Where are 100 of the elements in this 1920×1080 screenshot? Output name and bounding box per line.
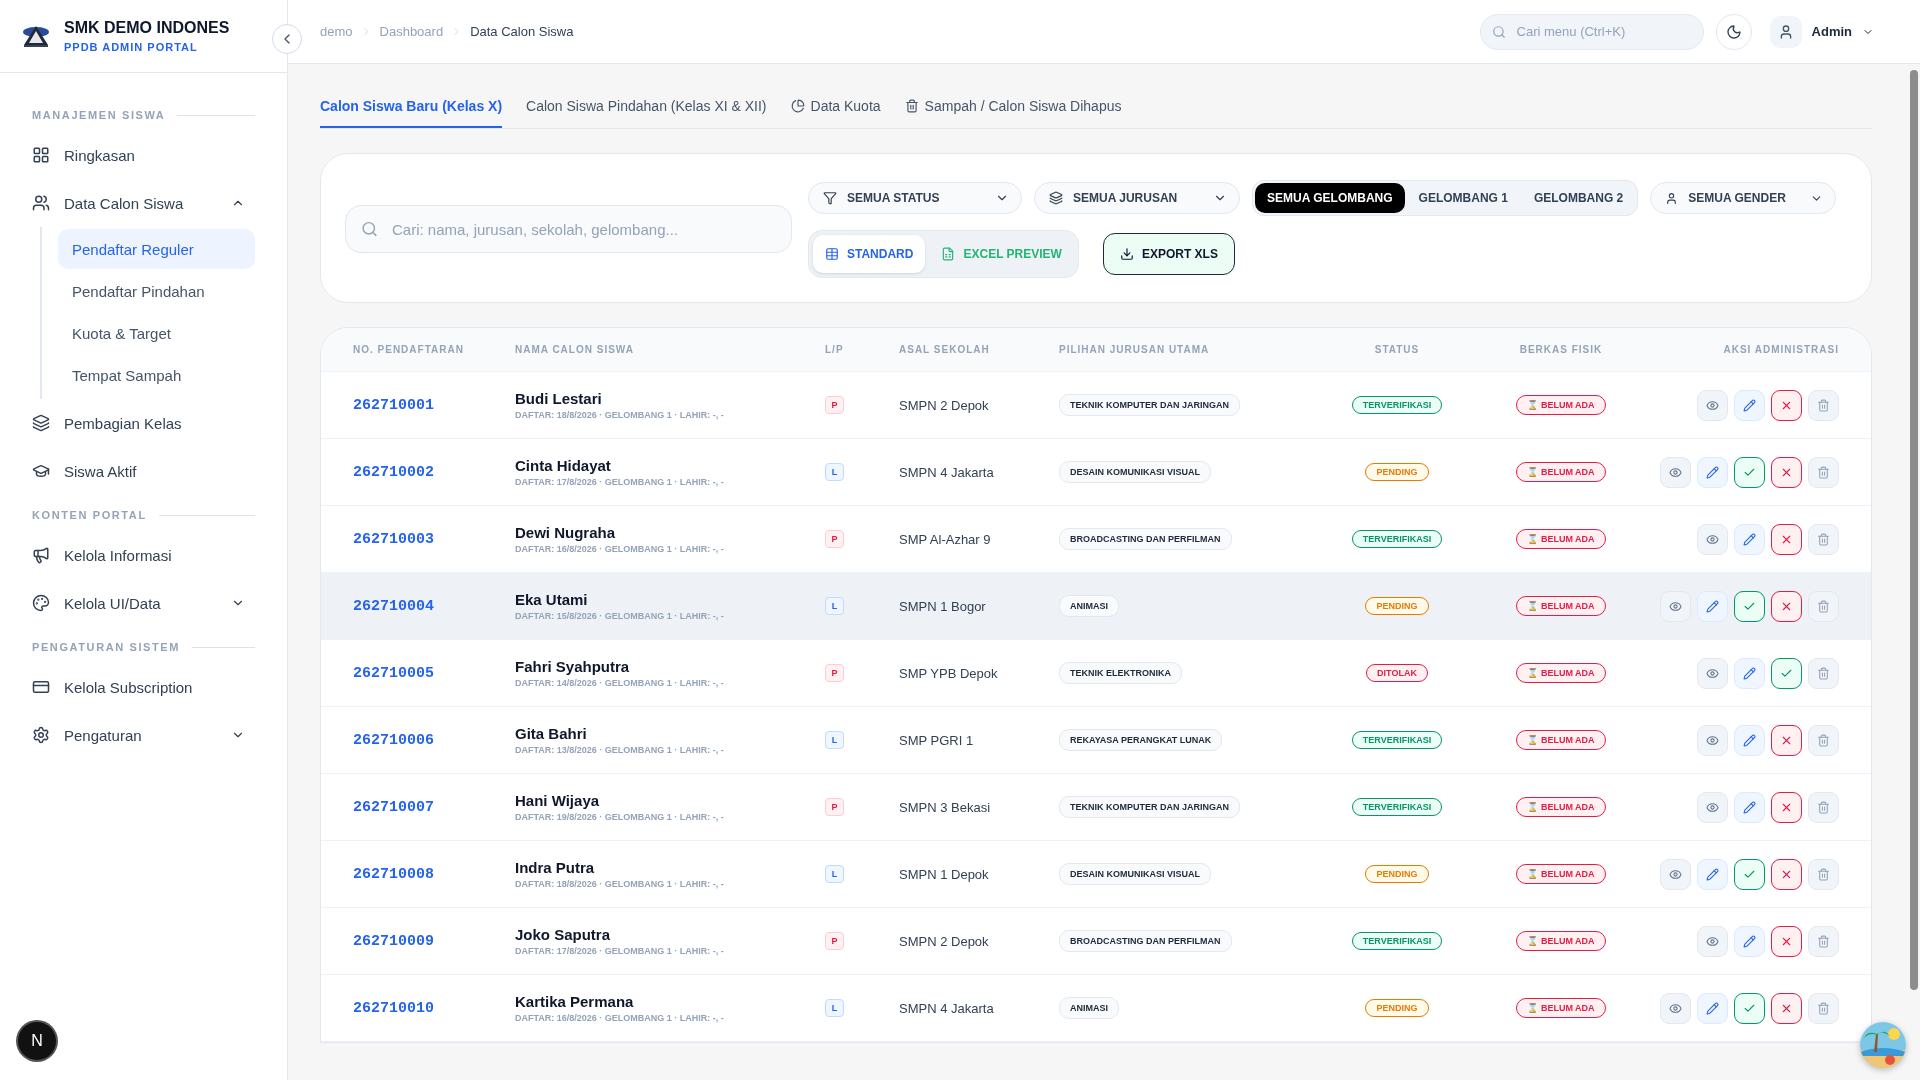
edit-button[interactable]	[1734, 657, 1765, 689]
view-button[interactable]	[1660, 858, 1691, 890]
sidebar-item[interactable]: Ringkasan	[22, 131, 255, 179]
sidebar-subitem[interactable]: Pendaftar Pindahan	[58, 271, 255, 311]
delete-button[interactable]	[1808, 523, 1839, 555]
approve-button[interactable]	[1734, 992, 1765, 1024]
tab[interactable]: Data Kuota	[790, 86, 881, 128]
registration-number[interactable]: 262710001	[353, 396, 515, 414]
approve-button[interactable]	[1734, 858, 1765, 890]
gender-badge: P	[825, 664, 844, 682]
reject-button[interactable]	[1771, 523, 1802, 555]
edit-button[interactable]	[1697, 590, 1728, 622]
view-button[interactable]	[1697, 724, 1728, 756]
sidebar-item[interactable]: Kelola Informasi	[22, 531, 255, 579]
gender-badge: L	[825, 463, 844, 481]
tab[interactable]: Calon Siswa Baru (Kelas X)	[320, 86, 503, 128]
school-logo-icon	[22, 24, 50, 48]
reject-button[interactable]	[1771, 590, 1802, 622]
status-dropdown[interactable]: SEMUA STATUS	[808, 182, 1022, 214]
reject-button[interactable]	[1771, 791, 1802, 823]
view-button[interactable]	[1660, 590, 1691, 622]
eye-icon	[1706, 934, 1719, 948]
reject-button[interactable]	[1771, 992, 1802, 1024]
gender-dropdown[interactable]: SEMUA GENDER	[1650, 182, 1837, 214]
delete-button[interactable]	[1808, 389, 1839, 421]
delete-button[interactable]	[1808, 590, 1839, 622]
column-header: ASAL SEKOLAH	[899, 344, 991, 355]
edit-button[interactable]	[1734, 925, 1765, 957]
sidebar-subitem[interactable]: Tempat Sampah	[58, 355, 255, 395]
pie-chart-icon	[790, 99, 805, 113]
registration-number[interactable]: 262710004	[353, 597, 515, 615]
view-button[interactable]	[1697, 523, 1728, 555]
delete-button[interactable]	[1808, 858, 1839, 890]
view-button[interactable]	[1660, 456, 1691, 488]
sidebar-item[interactable]: Siswa Aktif	[22, 447, 255, 495]
wave-filter-option[interactable]: GELOMBANG 2	[1521, 183, 1636, 213]
registration-number[interactable]: 262710003	[353, 530, 515, 548]
approve-button[interactable]	[1734, 456, 1765, 488]
registration-number[interactable]: 262710005	[353, 664, 515, 682]
approve-button[interactable]	[1771, 657, 1802, 689]
reject-button[interactable]	[1771, 925, 1802, 957]
export-button[interactable]: EXPORT XLS	[1102, 233, 1235, 275]
edit-button[interactable]	[1734, 389, 1765, 421]
view-button[interactable]	[1697, 791, 1728, 823]
delete-button[interactable]	[1808, 724, 1839, 756]
edit-button[interactable]	[1697, 858, 1728, 890]
scrollbar[interactable]	[1910, 70, 1918, 990]
search-field[interactable]: Cari: nama, jurusan, sekolah, gelombang...	[345, 205, 792, 253]
delete-button[interactable]	[1808, 456, 1839, 488]
reject-button[interactable]	[1771, 456, 1802, 488]
portal-subtitle: PPDB ADMIN PORTAL	[64, 41, 199, 53]
major-tag: BROADCASTING DAN PERFILMAN	[1059, 930, 1232, 952]
delete-button[interactable]	[1808, 791, 1839, 823]
sidebar-item[interactable]: Kelola Subscription	[22, 663, 255, 711]
registration-number[interactable]: 262710009	[353, 932, 515, 950]
tab[interactable]: Calon Siswa Pindahan (Kelas XI & XII)	[526, 86, 767, 128]
delete-button[interactable]	[1808, 657, 1839, 689]
registration-meta: DAFTAR: 19/8/2026 · GELOMBANG 1 · LAHIR: -, -	[515, 812, 725, 822]
edit-button[interactable]	[1734, 724, 1765, 756]
tab[interactable]: Sampah / Calon Siswa Dihapus	[904, 86, 1122, 128]
major-tag: REKAYASA PERANGKAT LUNAK	[1059, 729, 1223, 751]
view-button[interactable]	[1697, 657, 1728, 689]
registration-number[interactable]: 262710008	[353, 865, 515, 883]
wave-filter-option[interactable]: GELOMBANG 1	[1406, 183, 1520, 213]
eye-icon	[1706, 800, 1719, 814]
approve-button[interactable]	[1734, 590, 1765, 622]
reject-button[interactable]	[1771, 724, 1802, 756]
sidebar-subitem[interactable]: Kuota & Target	[58, 313, 255, 353]
view-button[interactable]	[1697, 925, 1728, 957]
registration-number[interactable]: 262710002	[353, 463, 515, 481]
edit-button[interactable]	[1697, 456, 1728, 488]
sidebar-item[interactable]: Pembagian Kelas	[22, 399, 255, 447]
delete-button[interactable]	[1808, 992, 1839, 1024]
dev-badge[interactable]: N	[18, 1022, 56, 1060]
view-button[interactable]	[1697, 389, 1728, 421]
view-option[interactable]: STANDARD	[813, 235, 926, 273]
edit-button[interactable]	[1697, 992, 1728, 1024]
student-name: Budi Lestari	[515, 390, 603, 407]
reject-button[interactable]	[1771, 858, 1802, 890]
reject-button[interactable]	[1771, 389, 1802, 421]
registration-number[interactable]: 262710006	[353, 731, 515, 749]
palette-icon	[32, 594, 50, 612]
sidebar-subitem[interactable]: Pendaftar Reguler	[58, 229, 255, 269]
registration-number[interactable]: 262710010	[353, 999, 515, 1017]
sidebar-item[interactable]: Data Calon Siswa	[22, 179, 255, 227]
sidebar-item[interactable]: Kelola UI/Data	[22, 579, 255, 627]
collapse-sidebar-button[interactable]	[272, 24, 302, 54]
registration-number[interactable]: 262710007	[353, 798, 515, 816]
edit-button[interactable]	[1734, 523, 1765, 555]
wave-filter-option[interactable]: SEMUA GELOMBANG	[1255, 183, 1405, 213]
theme-toggle-button[interactable]	[1715, 13, 1752, 50]
view-button[interactable]	[1660, 992, 1691, 1024]
major-dropdown[interactable]: SEMUA JURUSAN	[1034, 182, 1240, 214]
sidebar-item[interactable]: Pengaturan	[22, 711, 255, 759]
edit-button[interactable]	[1734, 791, 1765, 823]
column-header: NO. PENDAFTARAN	[353, 344, 465, 355]
delete-button[interactable]	[1808, 925, 1839, 957]
user-menu-button[interactable]: Admin	[1763, 15, 1880, 48]
filter-icon	[823, 191, 837, 205]
menu-search-field[interactable]: Cari menu (Ctrl+K)	[1479, 13, 1704, 50]
